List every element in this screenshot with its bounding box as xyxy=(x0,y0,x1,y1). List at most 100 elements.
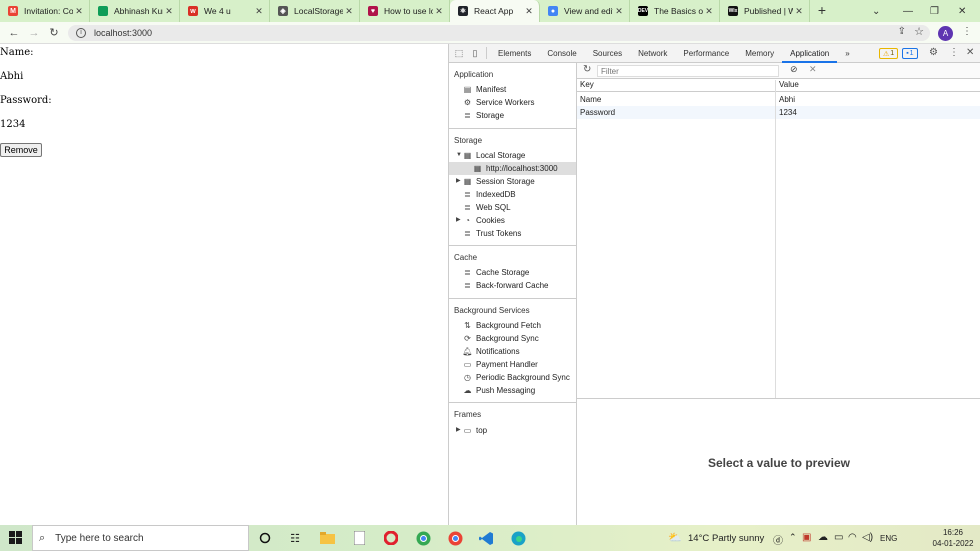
filter-input[interactable] xyxy=(597,65,779,77)
remove-button[interactable]: Remove xyxy=(0,143,42,157)
sidebar-item-session-storage[interactable]: ▶ ▦ Session Storage xyxy=(456,175,535,188)
browser-tab[interactable]: DEV The Basics of ✕ xyxy=(630,0,720,22)
expanded-triangle-icon[interactable]: ▼ xyxy=(456,149,462,162)
sidebar-item-local-storage[interactable]: ▼ ▦ Local Storage xyxy=(456,149,525,162)
table-row[interactable]: Password 1234 xyxy=(577,106,980,119)
weather-icon[interactable]: ⛅ xyxy=(668,531,682,544)
browser-tab[interactable]: ⚛ React App ✕ xyxy=(450,0,540,22)
browser-menu-icon[interactable]: ⋮ xyxy=(962,26,972,37)
weather-temp[interactable]: 14°C xyxy=(688,533,709,544)
people-icon[interactable]: ⓓ xyxy=(773,532,783,547)
collapsed-triangle-icon[interactable]: ▶ xyxy=(456,424,461,437)
browser-tab[interactable]: ♥ How to use lo ✕ xyxy=(360,0,450,22)
sidebar-item-bfcache[interactable]: ≣ Back-forward Cache xyxy=(463,279,548,292)
cortana-icon[interactable] xyxy=(257,530,273,546)
close-tab-icon[interactable]: ✕ xyxy=(433,6,445,17)
file-explorer-icon[interactable] xyxy=(319,530,335,546)
clear-all-icon[interactable]: ⊘ xyxy=(790,64,798,75)
reload-icon[interactable]: ↻ xyxy=(44,26,64,39)
sidebar-item-cookies[interactable]: ▶ ◔ Cookies xyxy=(456,214,505,227)
chrome-green-icon[interactable] xyxy=(415,530,431,546)
close-tab-icon[interactable]: ✕ xyxy=(253,6,265,17)
minimize-icon[interactable]: — xyxy=(903,0,913,22)
browser-tab[interactable]: Abhinash Kum✕ xyxy=(90,0,180,22)
notepad-icon[interactable] xyxy=(351,530,367,546)
weather-desc[interactable]: Partly sunny xyxy=(712,533,764,544)
tab-network[interactable]: Network xyxy=(630,44,675,63)
tab-memory[interactable]: Memory xyxy=(737,44,782,63)
sidebar-item-storage[interactable]: ≣ Storage xyxy=(463,109,504,122)
edge-icon[interactable] xyxy=(510,530,526,546)
table-row[interactable]: Name Abhi xyxy=(577,93,980,106)
sidebar-item-local-origin[interactable]: ▦ http://localhost:3000 xyxy=(449,162,576,175)
tray-cloud-icon[interactable]: ☁ xyxy=(818,532,828,543)
sidebar-item-periodic-sync[interactable]: ◷ Periodic Background Sync xyxy=(463,371,570,384)
chevron-up-icon[interactable]: ⌃ xyxy=(789,532,797,543)
bookmark-star-icon[interactable]: ☆ xyxy=(914,25,924,38)
more-tabs-icon[interactable]: » xyxy=(837,44,857,63)
close-tab-icon[interactable]: ✕ xyxy=(523,6,535,17)
forward-icon[interactable]: → xyxy=(24,27,44,39)
close-tab-icon[interactable]: ✕ xyxy=(163,6,175,17)
browser-tab[interactable]: ● View and edit ✕ xyxy=(540,0,630,22)
sidebar-item-bg-sync[interactable]: ⟳ Background Sync xyxy=(463,332,539,345)
sidebar-item-trust-tokens[interactable]: ≣ Trust Tokens xyxy=(463,227,521,240)
messages-badge[interactable]: ▪ 1 xyxy=(902,48,918,59)
browser-tab[interactable]: M Invitation: Co ✕ xyxy=(0,0,90,22)
site-info-icon[interactable]: i xyxy=(76,28,86,38)
sidebar-item-push[interactable]: ☁ Push Messaging xyxy=(463,384,536,397)
chrome-profile-icon[interactable] xyxy=(447,530,463,546)
opera-icon[interactable] xyxy=(383,530,399,546)
key-column-header[interactable]: Key xyxy=(580,80,594,89)
collapsed-triangle-icon[interactable]: ▶ xyxy=(456,214,461,227)
profile-avatar[interactable]: A xyxy=(938,26,953,41)
inspect-element-icon[interactable]: ⬚ xyxy=(451,48,467,59)
sidebar-item-service-workers[interactable]: ⚙ Service Workers xyxy=(463,96,535,109)
windows-start-icon[interactable] xyxy=(9,531,22,547)
browser-tab[interactable]: w We 4 u ✕ xyxy=(180,0,270,22)
task-view-icon[interactable]: ☷ xyxy=(287,530,303,546)
back-icon[interactable]: ← xyxy=(4,27,24,39)
clock[interactable]: 16:26 04-01-2022 xyxy=(930,527,976,549)
close-tab-icon[interactable]: ✕ xyxy=(343,6,355,17)
sidebar-item-indexeddb[interactable]: ≣ IndexedDB xyxy=(463,188,515,201)
sidebar-item-manifest[interactable]: ▤ Manifest xyxy=(463,83,507,96)
sidebar-item-bg-fetch[interactable]: ⇅ Background Fetch xyxy=(463,319,541,332)
sidebar-item-web-sql[interactable]: ≣ Web SQL xyxy=(463,201,510,214)
devtools-menu-icon[interactable]: ⋮ xyxy=(949,47,959,58)
collapsed-triangle-icon[interactable]: ▶ xyxy=(456,175,461,188)
tray-app-icon[interactable]: ▣ xyxy=(802,532,811,543)
value-column-header[interactable]: Value xyxy=(779,80,799,89)
browser-tab[interactable]: Wix Published | W ✕ xyxy=(720,0,810,22)
sidebar-item-frame-top[interactable]: ▶ ▭ top xyxy=(456,424,487,437)
maximize-icon[interactable]: ❐ xyxy=(930,0,939,22)
close-tab-icon[interactable]: ✕ xyxy=(613,6,625,17)
sidebar-item-payment[interactable]: ▭ Payment Handler xyxy=(463,358,538,371)
sidebar-item-cache-storage[interactable]: ≣ Cache Storage xyxy=(463,266,529,279)
vscode-icon[interactable] xyxy=(478,530,494,546)
address-bar[interactable]: i localhost:3000 ⇪ ☆ xyxy=(68,25,930,41)
close-tab-icon[interactable]: ✕ xyxy=(703,6,715,17)
column-divider[interactable] xyxy=(775,80,776,398)
language-indicator[interactable]: ENG xyxy=(880,534,897,543)
tab-console[interactable]: Console xyxy=(539,44,584,63)
tab-application[interactable]: Application xyxy=(782,44,838,63)
delete-selected-icon[interactable]: ✕ xyxy=(809,64,817,75)
wifi-icon[interactable]: ◠ xyxy=(848,532,857,543)
browser-tab[interactable]: ◈ LocalStorage c✕ xyxy=(270,0,360,22)
close-tab-icon[interactable]: ✕ xyxy=(73,6,85,17)
new-tab-button[interactable]: + xyxy=(810,0,834,22)
tab-search-icon[interactable]: ⌄ xyxy=(872,0,880,22)
refresh-icon[interactable]: ↻ xyxy=(583,64,591,75)
taskbar-search[interactable]: ⌕ Type here to search xyxy=(32,525,249,551)
tab-elements[interactable]: Elements xyxy=(490,44,539,63)
settings-gear-icon[interactable]: ⚙ xyxy=(929,47,938,58)
tab-performance[interactable]: Performance xyxy=(675,44,737,63)
close-devtools-icon[interactable]: ✕ xyxy=(966,47,974,58)
battery-icon[interactable]: ▭ xyxy=(834,532,843,543)
device-toolbar-icon[interactable]: ▯ xyxy=(467,48,483,59)
tab-sources[interactable]: Sources xyxy=(585,44,630,63)
preview-divider[interactable] xyxy=(577,398,980,399)
close-window-icon[interactable]: ✕ xyxy=(958,0,966,22)
volume-icon[interactable]: ◁) xyxy=(862,532,873,543)
